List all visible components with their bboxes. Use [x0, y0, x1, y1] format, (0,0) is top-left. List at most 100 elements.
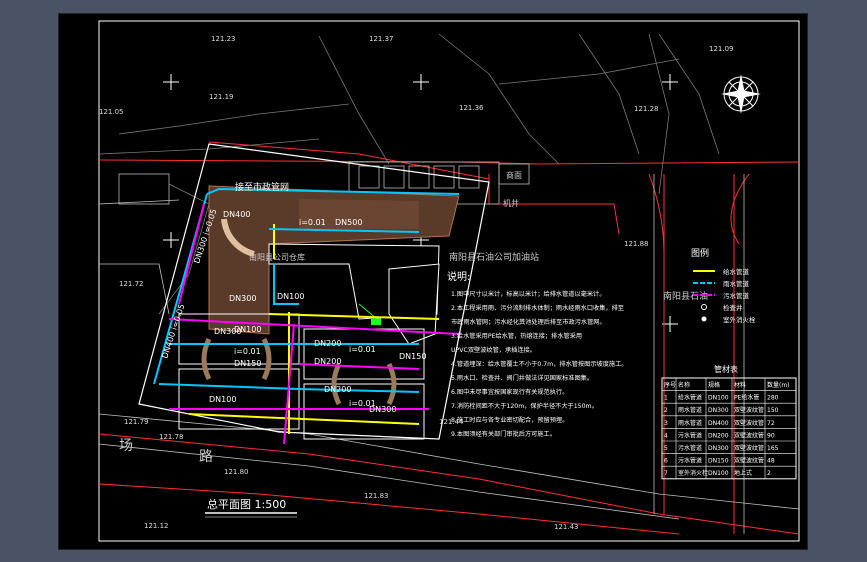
table-cell: 4	[664, 432, 668, 439]
pipe-label: DN100	[209, 395, 236, 404]
table-cell: DN300	[708, 407, 729, 414]
note-line: 2.本工程采用雨、污分流制排水体制；雨水经雨水口收集，排至	[451, 304, 624, 312]
pipe-label: DN300	[229, 294, 256, 303]
pipe-label: DN400	[223, 210, 250, 219]
table-cell: DN400	[708, 420, 729, 427]
slope-label: i=0.01	[234, 347, 261, 356]
table-cell: 150	[767, 407, 779, 414]
table-header-cell: 材料	[734, 381, 746, 389]
legend-label: 给水管道	[723, 267, 750, 276]
elevation: 121.19	[209, 93, 234, 101]
note-line: 6.图中未尽事宜按国家现行有关规范执行。	[451, 388, 568, 396]
note-line: 9.本图须经有关部门审批后方可施工。	[451, 430, 556, 438]
legend-title: 图例	[691, 247, 709, 259]
cad-viewport[interactable]: DN400 DN100 DN300 DN500 DN300 DN100 DN20…	[0, 0, 867, 562]
table-cell: 3	[664, 420, 668, 427]
table-cell: 给水管道	[678, 394, 702, 402]
elevation: 121.88	[624, 240, 649, 248]
machine-well-label: 机井	[503, 198, 519, 208]
legend-item: 室外消火栓	[701, 315, 756, 324]
elevation: 121.12	[144, 522, 169, 530]
road-label: 场	[119, 438, 133, 454]
table-cell: 72	[767, 420, 775, 427]
table-cell: 6	[664, 458, 668, 465]
pipe-label: DN200	[324, 385, 351, 394]
road-label: 路	[199, 449, 213, 465]
table-cell: DN300	[708, 445, 729, 452]
table-cell: DN200	[708, 432, 729, 439]
pipe-label: DN500	[335, 218, 362, 227]
elevation: 121.37	[369, 35, 394, 43]
table-cell: 5	[664, 445, 668, 452]
table-cell: 280	[767, 395, 779, 402]
note-line: UPVC双壁波纹管，承插连接。	[451, 346, 536, 354]
elevation: 121.72	[119, 280, 144, 288]
pipe-label: DN100	[277, 292, 304, 301]
north-arrow-icon	[721, 74, 761, 114]
elevation: 121.43	[554, 523, 579, 531]
note-line: 3.给水管采用PE给水管，热熔连接；排水管采用	[451, 332, 582, 340]
elevation: 121.05	[99, 108, 124, 116]
table-cell: 污水管道	[678, 431, 702, 439]
table-cell: 2	[767, 470, 771, 477]
notes-heading: 说明:	[447, 270, 470, 283]
note-line: 7.消防栓间距不大于120m，保护半径不大于150m。	[451, 402, 598, 410]
table-cell: 双壁波纹管	[734, 444, 764, 452]
table-cell: 地上式	[734, 469, 752, 477]
slope-label: i=0.01	[299, 218, 326, 227]
note-line: 市政雨水管网；污水经化粪池处理后排至市政污水管网。	[451, 318, 606, 326]
note-line: 5.雨水口、检查井、阀门井做法详见国家标准图集。	[451, 374, 593, 382]
gas-station-label: 南阳县石油公司加油站	[449, 251, 539, 263]
legend-label: 污水管道	[723, 291, 750, 300]
elevation: 121.80	[224, 468, 249, 476]
table-cell: PE给水管	[734, 394, 759, 402]
site-plan-drawing: DN400 DN100 DN300 DN500 DN300 DN100 DN20…	[98, 20, 800, 542]
elevation: 121.83	[364, 492, 389, 500]
legend-item: 检查井	[701, 303, 743, 312]
pipe-label: DN150	[234, 359, 261, 368]
note-line: 8.施工时应与各专业密切配合，预留预埋。	[451, 416, 568, 424]
slope-label: i=0.01	[349, 345, 376, 354]
elevation: 121.23	[211, 35, 236, 43]
table-cell: 90	[767, 432, 775, 439]
elevation: 121.78	[159, 433, 184, 441]
note-line: 1.图中尺寸以米计，标高以米计；给排水管道以毫米计。	[451, 290, 605, 298]
material-table: 管材表 序号 名称 规格 材料 数量(m) 1 给水管道 DN100 PE给水管 280 2 雨水管道…	[661, 364, 797, 480]
legend-label: 雨水管道	[723, 279, 750, 288]
material-table-title: 管材表	[714, 364, 738, 374]
pipe-label: DN200	[314, 357, 341, 366]
legend-item: 雨水管道	[693, 279, 750, 288]
note-line: 4.管道埋深：给水管覆土不小于0.7m，排水管按图示坡度施工。	[451, 360, 627, 368]
table-cell: 双壁波纹管	[734, 419, 764, 427]
table-cell: 双壁波纹管	[734, 431, 764, 439]
table-cell: 污水管道	[678, 457, 702, 465]
pipe-label: DN150	[399, 352, 426, 361]
table-cell: 双壁波纹管	[734, 406, 764, 414]
elevation: 121.09	[709, 45, 734, 53]
table-cell: 1	[664, 395, 668, 402]
table-cell: 雨水管道	[678, 419, 702, 427]
table-header-cell: 名称	[678, 381, 690, 389]
drawing-title: 总平面图 1:500	[207, 497, 286, 511]
table-cell: 48	[767, 458, 775, 465]
elevation: 121.36	[459, 104, 484, 112]
pipe-label: DN200	[314, 339, 341, 348]
sewer-outlet-label: 接至市政管网	[235, 181, 289, 193]
legend-label: 室外消火栓	[723, 315, 756, 324]
table-cell: DN100	[708, 395, 729, 402]
legend-item: 给水管道	[693, 267, 750, 276]
legend-label: 检查井	[723, 303, 743, 312]
table-cell: 雨水管道	[678, 406, 702, 414]
table-cell: 2	[664, 407, 668, 414]
table-cell: 双壁波纹管	[734, 457, 764, 465]
table-header-cell: 规格	[708, 381, 720, 389]
table-cell: 7	[664, 470, 668, 477]
table-cell: DN100	[708, 470, 729, 477]
table-header-cell: 数量(m)	[767, 381, 790, 389]
elevation: 121.28	[634, 105, 659, 113]
drawing-title-block: 总平面图 1:500	[205, 497, 297, 518]
notes-block: 说明: 1.图中尺寸以米计，标高以米计；给排水管道以毫米计。 2.本工程采用雨、…	[447, 270, 627, 438]
drawing-sheet: DN400 DN100 DN300 DN500 DN300 DN100 DN20…	[58, 13, 808, 550]
legend: 图例 给水管道 雨水管道 污水管道 检查井 室外消火栓	[691, 247, 756, 324]
building-tag: 商面	[506, 170, 522, 180]
